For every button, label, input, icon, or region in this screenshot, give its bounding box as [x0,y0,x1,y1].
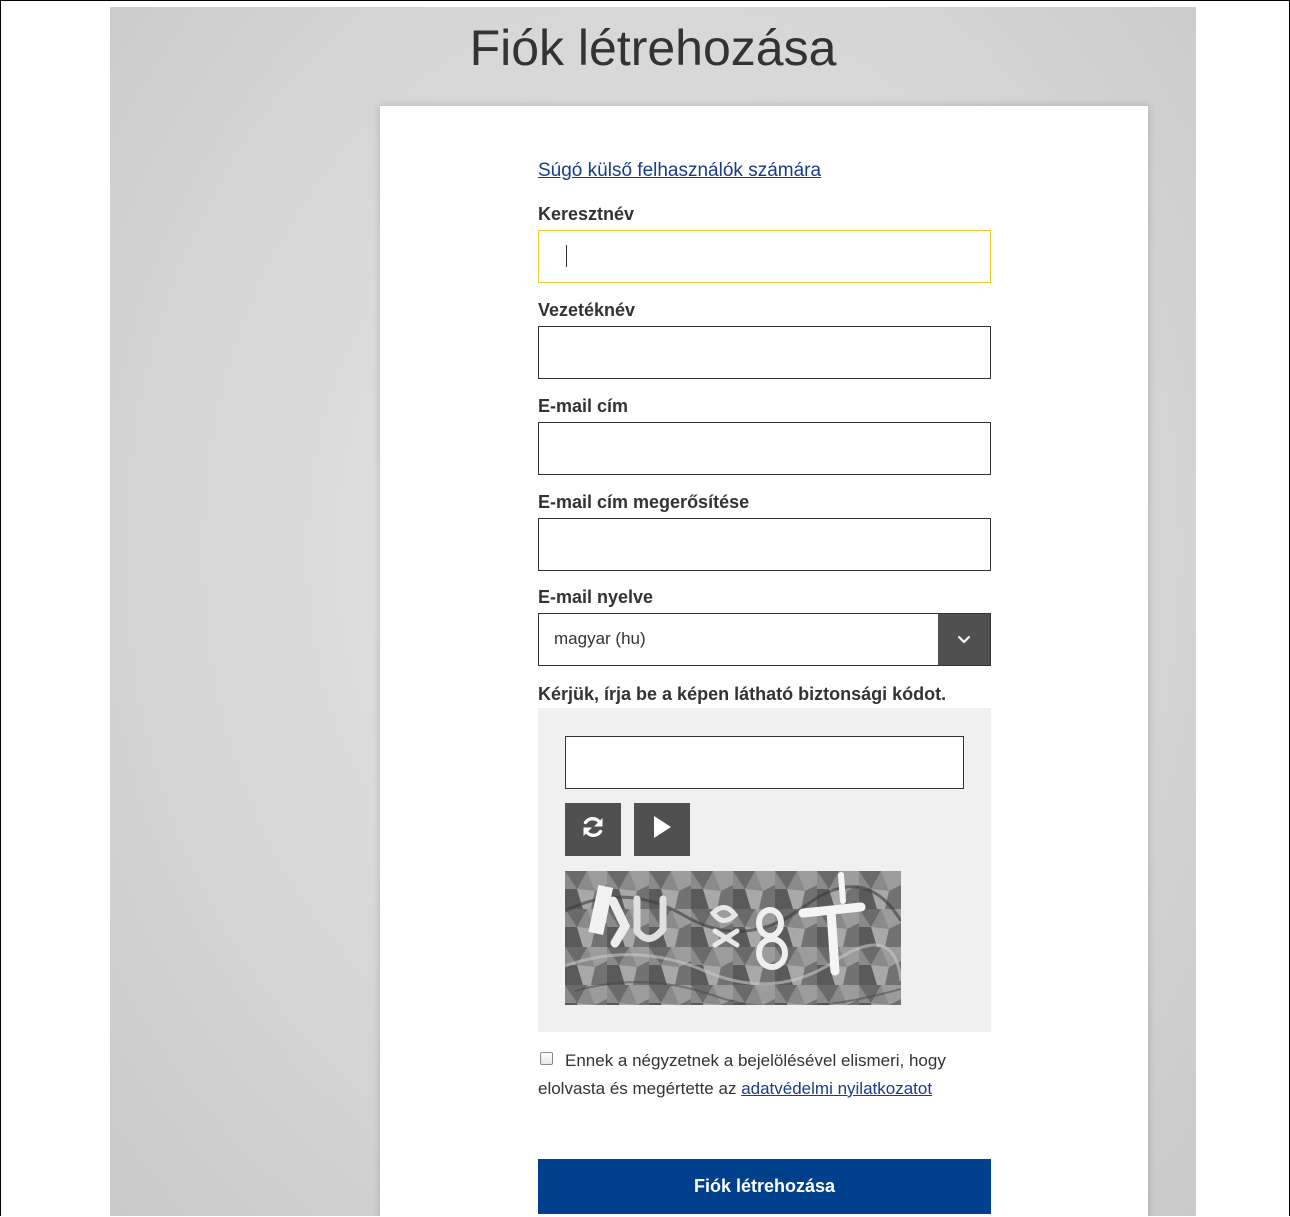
last-name-label: Vezetéknév [538,300,636,320]
captcha-image [565,871,901,1005]
captcha-refresh-button[interactable] [565,803,621,856]
first-name-wrapper [538,230,991,283]
email-language-select[interactable]: magyar (hu) [538,613,991,666]
refresh-icon [579,813,607,846]
play-icon [650,813,674,846]
captcha-label: Kérjük, írja be a képen látható biztonsá… [538,684,947,704]
privacy-statement-link[interactable]: adatvédelmi nyilatkozatot [741,1079,932,1098]
email-language-label: E-mail nyelve [538,587,654,607]
browser-viewport: Fiók létrehozása Súgó külső felhasználók… [0,0,1290,1216]
chevron-down-icon[interactable] [938,614,990,665]
privacy-consent-checkbox[interactable] [540,1052,553,1065]
page-title: Fiók létrehozása [469,20,837,76]
email-input[interactable] [538,422,991,475]
captcha-panel [538,708,991,1032]
text-caret [566,245,567,267]
signup-card: Súgó külső felhasználók számára Keresztn… [380,106,1148,1216]
email-label: E-mail cím [538,396,629,416]
email-confirm-label: E-mail cím megerősítése [538,492,750,512]
page-backdrop: Fiók létrehozása Súgó külső felhasználók… [110,7,1196,1216]
privacy-consent: Ennek a négyzetnek a bejelölésével elism… [538,1047,991,1103]
email-confirm-input[interactable] [538,518,991,571]
captcha-input[interactable] [565,736,964,789]
captcha-audio-button[interactable] [634,803,690,856]
first-name-input[interactable] [538,230,991,283]
email-language-value: magyar (hu) [554,629,646,648]
create-account-button[interactable]: Fiók létrehozása [538,1159,991,1214]
first-name-label: Keresztnév [538,204,635,224]
external-user-help-link[interactable]: Súgó külső felhasználók számára [538,160,821,182]
last-name-input[interactable] [538,326,991,379]
